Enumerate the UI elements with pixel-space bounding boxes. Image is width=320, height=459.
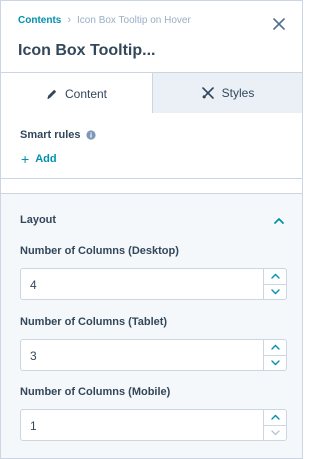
decrement-button[interactable] [264,283,286,300]
breadcrumb-current: Icon Box Tooltip on Hover [77,14,191,26]
columns-mobile-field: Number of Columns (Mobile) 1 [20,386,287,441]
tab-content[interactable]: Content [1,73,153,114]
tab-styles-label: Styles [221,86,255,100]
panel-header: Contents › Icon Box Tooltip on Hover Ico… [1,1,302,73]
increment-button[interactable] [264,410,286,425]
stepper-controls [263,269,286,299]
close-icon [273,18,285,30]
breadcrumb-separator: › [67,14,72,26]
info-icon[interactable] [85,130,96,140]
chevron-up-icon [274,218,284,224]
chevron-down-icon [270,289,280,295]
pencil-icon [46,88,58,100]
editor-tabs: Content Styles [1,73,302,114]
columns-tablet-value[interactable]: 3 [30,349,37,363]
add-smart-rule-button[interactable]: + Add [21,152,57,166]
close-button[interactable] [270,15,288,33]
chevron-up-icon [270,414,280,420]
chevron-down-icon [270,360,280,366]
columns-mobile-stepper[interactable]: 1 [20,409,287,441]
smart-rules-label: Smart rules [20,129,96,141]
decrement-button[interactable] [264,424,286,441]
columns-desktop-field: Number of Columns (Desktop) 4 [20,245,287,300]
decrement-button[interactable] [264,354,286,371]
smart-rules-section: Smart rules + Add [1,113,302,179]
stepper-controls [263,410,286,440]
add-smart-rule-label: Add [35,153,57,165]
smart-rules-text: Smart rules [20,129,81,141]
tab-styles[interactable]: Styles [153,73,302,113]
chevron-down-icon [270,430,280,436]
increment-button[interactable] [264,340,286,355]
layout-section-body: Number of Columns (Desktop) 4 Number of … [1,234,302,458]
columns-tablet-stepper[interactable]: 3 [20,339,287,371]
tab-content-label: Content [64,86,108,101]
breadcrumb-contents-link[interactable]: Contents [18,15,61,26]
breadcrumb: Contents › Icon Box Tooltip on Hover [18,14,191,26]
columns-mobile-value[interactable]: 1 [30,419,37,433]
layout-section-title: Layout [20,214,57,226]
columns-desktop-label: Number of Columns (Desktop) [20,245,179,257]
stepper-controls [263,340,286,370]
chevron-up-icon [270,344,280,350]
columns-desktop-stepper[interactable]: 4 [20,268,287,300]
increment-button[interactable] [264,269,286,284]
page-title: Icon Box Tooltip... [18,42,156,59]
columns-desktop-value[interactable]: 4 [30,278,37,292]
sidebar-editor-panel: Contents › Icon Box Tooltip on Hover Ico… [0,0,303,459]
columns-mobile-label: Number of Columns (Mobile) [20,386,171,398]
chevron-up-icon [270,273,280,279]
brush-icon [201,86,215,100]
columns-tablet-label: Number of Columns (Tablet) [20,316,168,328]
columns-tablet-field: Number of Columns (Tablet) 3 [20,316,287,371]
plus-icon: + [21,151,30,167]
